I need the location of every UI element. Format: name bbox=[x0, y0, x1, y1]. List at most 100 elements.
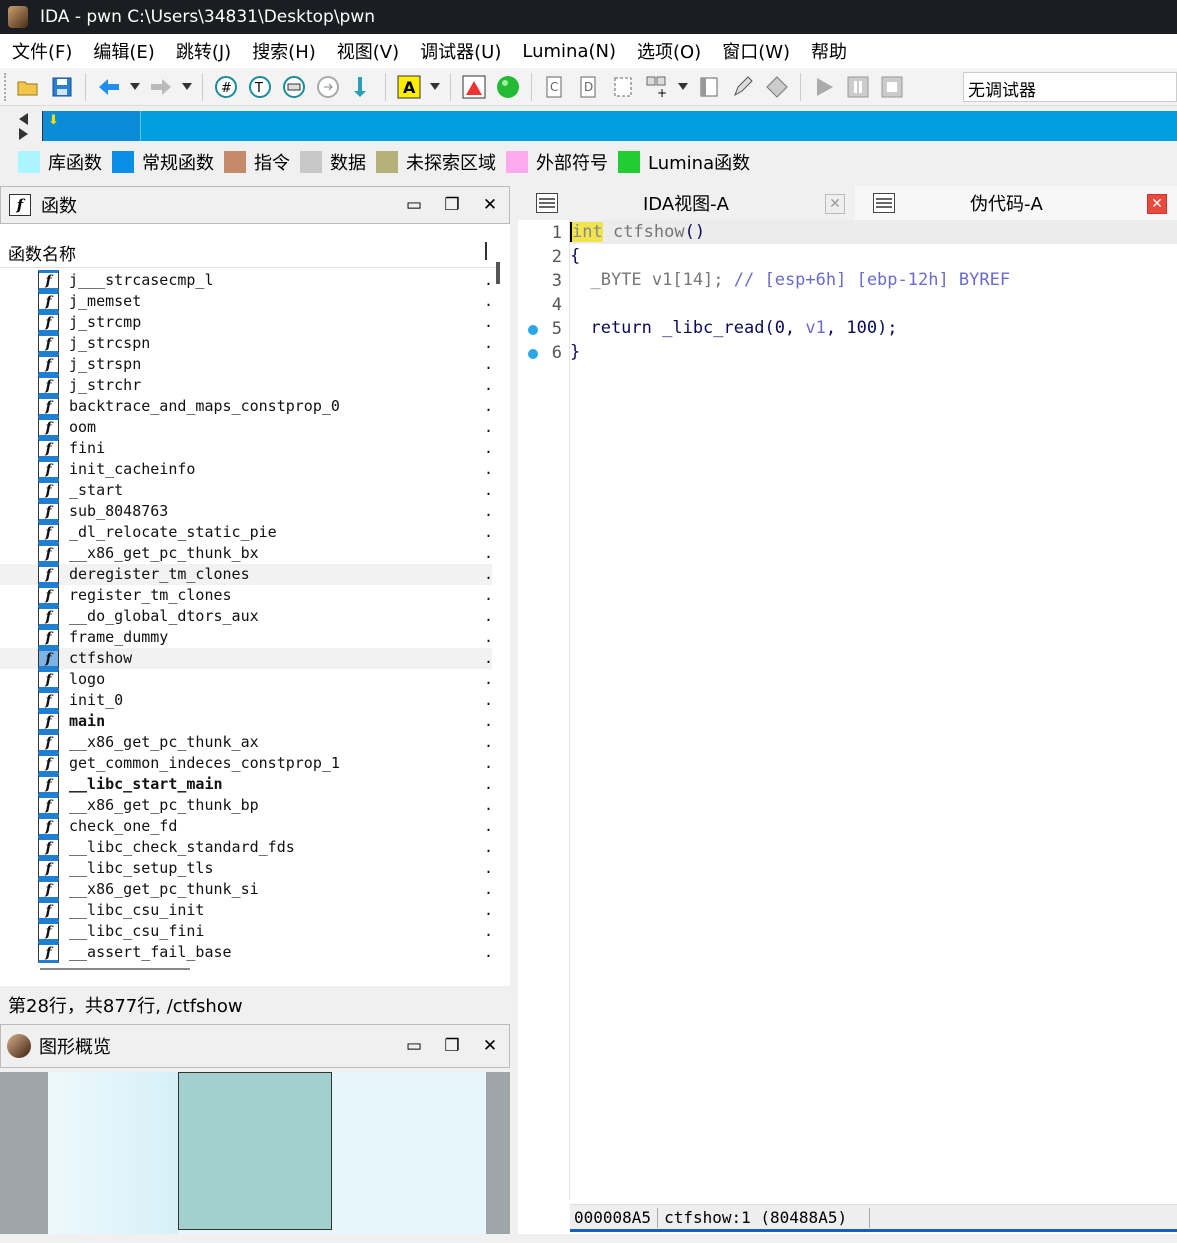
code-line[interactable]: return _libc_read(0, v1, 100); bbox=[570, 316, 897, 340]
play-icon[interactable] bbox=[809, 72, 839, 102]
code-line[interactable]: { bbox=[570, 244, 580, 268]
function-list-row[interactable]: f _start. bbox=[0, 480, 492, 501]
function-name[interactable]: j_strcspn bbox=[69, 334, 150, 352]
maximize-icon[interactable]: ▭ bbox=[395, 1031, 433, 1061]
add-icon[interactable]: + bbox=[642, 72, 672, 102]
function-name[interactable]: main bbox=[69, 712, 105, 730]
menu-jump[interactable]: 跳转(J) bbox=[168, 38, 239, 64]
function-name[interactable]: __assert_fail_base bbox=[69, 943, 232, 961]
function-list-row[interactable]: f j_strcspn. bbox=[0, 333, 492, 354]
function-list-row[interactable]: f __libc_check_standard_fds. bbox=[0, 837, 492, 858]
function-name[interactable]: __libc_csu_fini bbox=[69, 922, 204, 940]
function-name-column-header[interactable]: 函数名称 bbox=[0, 234, 500, 268]
function-list-row[interactable]: f check_one_fd. bbox=[0, 816, 492, 837]
function-list-row[interactable]: f backtrace_and_maps_constprop_0. bbox=[0, 396, 492, 417]
color-dropdown-icon[interactable] bbox=[428, 72, 442, 102]
function-name[interactable]: ctfshow bbox=[603, 222, 685, 242]
hash-icon[interactable]: # bbox=[211, 72, 241, 102]
function-list-row[interactable]: f __x86_get_pc_thunk_bp. bbox=[0, 795, 492, 816]
horizontal-scrollbar-thumb[interactable] bbox=[40, 968, 190, 970]
back-dropdown-icon[interactable] bbox=[128, 72, 142, 102]
menu-debugger[interactable]: 调试器(U) bbox=[412, 38, 509, 64]
debugger-select[interactable]: 无调试器 bbox=[963, 72, 1177, 102]
function-name[interactable]: __libc_check_standard_fds bbox=[69, 838, 295, 856]
function-name[interactable]: register_tm_clones bbox=[69, 586, 232, 604]
add-dropdown-icon[interactable] bbox=[676, 72, 690, 102]
open-folder-icon[interactable] bbox=[13, 72, 43, 102]
function-list-row[interactable]: f deregister_tm_clones. bbox=[0, 564, 492, 585]
function-list-row[interactable]: f j_strchr. bbox=[0, 375, 492, 396]
function-list-row[interactable]: f get_common_indeces_constprop_1. bbox=[0, 753, 492, 774]
code-line[interactable]: } bbox=[570, 340, 580, 364]
return-statement[interactable]: return _libc_read(0, bbox=[570, 318, 805, 338]
code-c-icon[interactable]: C bbox=[540, 72, 570, 102]
function-list-row[interactable]: f __x86_get_pc_thunk_ax. bbox=[0, 732, 492, 753]
function-list-row[interactable]: f j_memset. bbox=[0, 291, 492, 312]
diamond-icon[interactable] bbox=[762, 72, 792, 102]
declaration[interactable]: _BYTE v1[14]; bbox=[570, 270, 734, 290]
menu-help[interactable]: 帮助 bbox=[803, 38, 855, 64]
menu-options[interactable]: 选项(O) bbox=[629, 38, 709, 64]
function-list-row[interactable]: f init_0. bbox=[0, 690, 492, 711]
function-name[interactable]: sub_8048763 bbox=[69, 502, 168, 520]
forward-dropdown-icon[interactable] bbox=[180, 72, 194, 102]
color-a-icon[interactable]: A bbox=[394, 72, 424, 102]
code-d-icon[interactable]: D bbox=[574, 72, 604, 102]
function-name[interactable]: get_common_indeces_constprop_1 bbox=[69, 754, 340, 772]
graph-overview-canvas[interactable] bbox=[0, 1072, 510, 1234]
function-name[interactable]: __libc_csu_init bbox=[69, 901, 204, 919]
nav-scroll-arrows[interactable] bbox=[16, 110, 36, 144]
tab-ida-view-a[interactable]: IDA视图-A ✕ bbox=[518, 186, 855, 220]
function-list-row[interactable]: f j___strcasecmp_l. bbox=[0, 270, 492, 291]
function-name[interactable]: __libc_setup_tls bbox=[69, 859, 214, 877]
navigation-bar[interactable]: ⬇ bbox=[42, 111, 1177, 141]
breakpoint-dot-icon[interactable] bbox=[528, 349, 538, 359]
graph-red-icon[interactable] bbox=[459, 72, 489, 102]
code-line[interactable]: int ctfshow() bbox=[570, 220, 1177, 244]
function-name[interactable]: check_one_fd bbox=[69, 817, 177, 835]
menu-search[interactable]: 搜索(H) bbox=[244, 38, 324, 64]
maximize-icon[interactable]: ▭ bbox=[395, 190, 433, 220]
function-name[interactable]: __x86_get_pc_thunk_bx bbox=[69, 544, 259, 562]
variable-ref[interactable]: v1 bbox=[805, 318, 825, 338]
save-icon[interactable] bbox=[47, 72, 77, 102]
function-list-row[interactable]: f register_tm_clones. bbox=[0, 585, 492, 606]
function-name[interactable]: j_strspn bbox=[69, 355, 141, 373]
function-name[interactable]: fini bbox=[69, 439, 105, 457]
function-list-row[interactable]: f frame_dummy. bbox=[0, 627, 492, 648]
function-list-row[interactable]: foom. bbox=[0, 417, 492, 438]
function-list-row[interactable]: f init_cacheinfo. bbox=[0, 459, 492, 480]
function-name[interactable]: j_strcmp bbox=[69, 313, 141, 331]
function-name[interactable]: init_cacheinfo bbox=[69, 460, 195, 478]
function-list-row[interactable]: f __libc_start_main. bbox=[0, 774, 492, 795]
toolbar-grip[interactable] bbox=[4, 72, 7, 101]
text-icon[interactable]: T bbox=[245, 72, 275, 102]
close-icon[interactable]: ✕ bbox=[1147, 194, 1167, 214]
vertical-scrollbar-thumb[interactable] bbox=[496, 262, 500, 284]
function-name[interactable]: j___strcasecmp_l bbox=[69, 271, 214, 289]
close-icon[interactable]: ✕ bbox=[471, 1031, 509, 1061]
function-name[interactable]: ctfshow bbox=[69, 649, 132, 667]
function-list-row[interactable]: f __libc_csu_init. bbox=[0, 900, 492, 921]
restore-icon[interactable]: ❐ bbox=[433, 1031, 471, 1061]
struct-icon[interactable] bbox=[608, 72, 638, 102]
menu-window[interactable]: 窗口(W) bbox=[714, 38, 798, 64]
function-name[interactable]: backtrace_and_maps_constprop_0 bbox=[69, 397, 340, 415]
function-name[interactable]: j_memset bbox=[69, 292, 141, 310]
function-list-row[interactable]: f __x86_get_pc_thunk_si. bbox=[0, 879, 492, 900]
function-name[interactable]: logo bbox=[69, 670, 105, 688]
menu-lumina[interactable]: Lumina(N) bbox=[514, 41, 624, 62]
jump-down-icon[interactable] bbox=[347, 72, 377, 102]
column-separator[interactable] bbox=[485, 242, 487, 260]
edit-pen-icon[interactable] bbox=[728, 72, 758, 102]
menu-file[interactable]: 文件(F) bbox=[4, 38, 80, 64]
forward-arrow-icon[interactable] bbox=[146, 72, 176, 102]
function-list-row[interactable]: f __do_global_dtors_aux. bbox=[0, 606, 492, 627]
code-line[interactable]: _BYTE v1[14]; // [esp+6h] [ebp-12h] BYRE… bbox=[570, 268, 1010, 292]
menu-view[interactable]: 视图(V) bbox=[329, 38, 407, 64]
function-list-row[interactable]: f __libc_csu_fini. bbox=[0, 921, 492, 942]
function-name[interactable]: oom bbox=[69, 418, 96, 436]
function-list-row[interactable]: f _dl_relocate_static_pie. bbox=[0, 522, 492, 543]
function-name[interactable]: __do_global_dtors_aux bbox=[69, 607, 259, 625]
back-arrow-icon[interactable] bbox=[94, 72, 124, 102]
